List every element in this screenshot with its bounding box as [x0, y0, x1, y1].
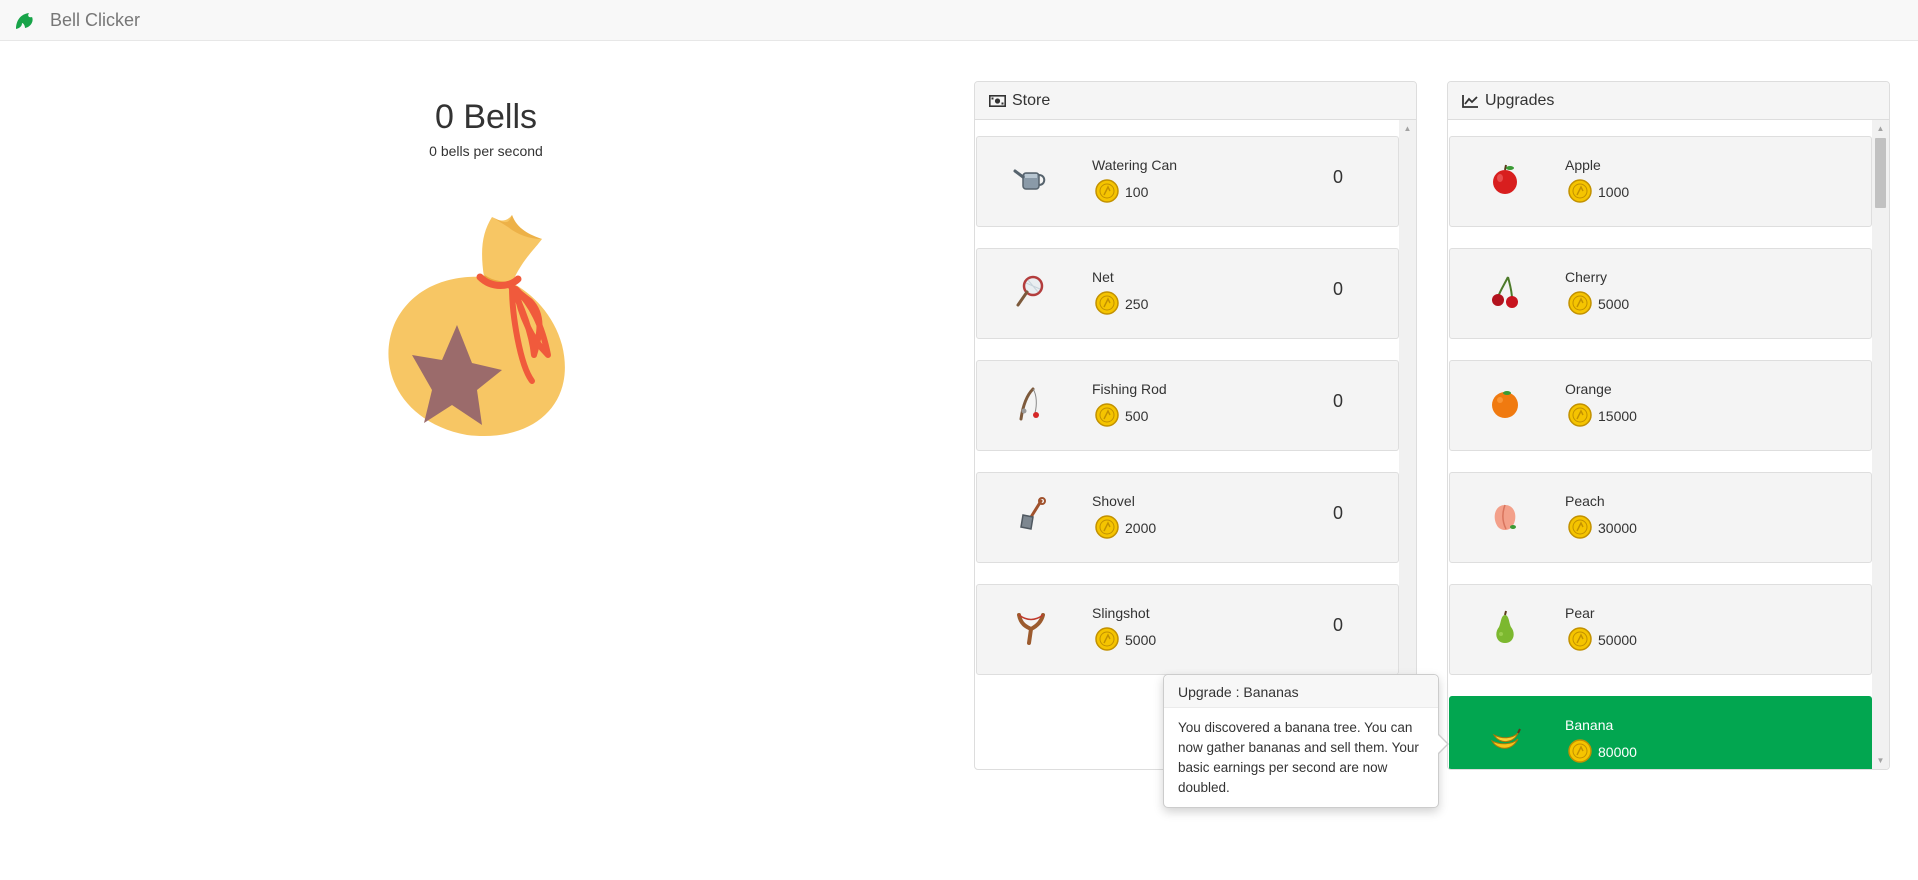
- upgrades-list[interactable]: Apple 1000 Cherry 5000 Orange 15000 Peac…: [1448, 120, 1889, 769]
- pear-icon: [1496, 610, 1514, 643]
- item-name: Orange: [1565, 381, 1612, 397]
- coin-icon: [1568, 291, 1592, 315]
- item-price: 2000: [1125, 520, 1157, 536]
- store-list[interactable]: Watering Can 100 0 Net 250 0 Fishing Rod…: [975, 120, 1416, 769]
- store-item-watering-can[interactable]: Watering Can 100 0: [976, 136, 1399, 227]
- apple-icon: [1493, 164, 1517, 194]
- banana-icon: [1490, 728, 1521, 749]
- store-item-shovel[interactable]: Shovel 2000 0: [976, 472, 1399, 563]
- coin-icon: [1568, 403, 1592, 427]
- item-count: 0: [1333, 391, 1344, 411]
- item-name: Fishing Rod: [1092, 381, 1167, 397]
- upgrade-item-peach[interactable]: Peach 30000: [1449, 472, 1872, 563]
- item-name: Banana: [1565, 717, 1614, 733]
- item-price: 80000: [1598, 744, 1637, 760]
- coin-icon: [1095, 403, 1119, 427]
- line-chart-icon: [1462, 94, 1478, 108]
- upgrades-scrollbar[interactable]: ▲ ▼: [1872, 120, 1889, 769]
- coin-icon: [1095, 515, 1119, 539]
- coin-icon: [1568, 179, 1592, 203]
- item-price: 5000: [1598, 296, 1630, 312]
- item-price: 250: [1125, 296, 1149, 312]
- item-count: 0: [1333, 503, 1344, 523]
- upgrades-panel: Upgrades Apple 1000 Cherry 5000 Orange 1…: [1447, 81, 1890, 770]
- scroll-up-arrow-icon[interactable]: ▲: [1399, 120, 1416, 137]
- tooltip-title: Upgrade : Bananas: [1164, 675, 1438, 708]
- item-price: 500: [1125, 408, 1149, 424]
- tooltip-arrow: [1437, 733, 1449, 755]
- cherry-icon: [1492, 276, 1518, 308]
- tooltip-body: You discovered a banana tree. You can no…: [1178, 720, 1419, 795]
- item-count: 0: [1333, 167, 1344, 187]
- upgrades-heading: Upgrades: [1448, 82, 1889, 120]
- item-name: Watering Can: [1092, 157, 1178, 173]
- item-name: Pear: [1565, 605, 1595, 621]
- money-icon: [989, 94, 1006, 107]
- item-price: 30000: [1598, 520, 1637, 536]
- item-name: Shovel: [1092, 493, 1135, 509]
- store-item-fishing-rod[interactable]: Fishing Rod 500 0: [976, 360, 1399, 451]
- store-panel: Store Watering Can 100 0 Net 250 0 Fishi…: [974, 81, 1417, 770]
- scroll-up-arrow-icon[interactable]: ▲: [1872, 120, 1889, 137]
- peach-icon: [1494, 504, 1516, 530]
- fishing-rod-icon: [1019, 387, 1039, 421]
- shovel-icon: [1020, 497, 1046, 530]
- money-bag-icon[interactable]: [372, 205, 592, 445]
- navbar: Bell Clicker: [0, 0, 1918, 41]
- bells-per-second: 0 bells per second: [429, 143, 543, 159]
- item-price: 100: [1125, 184, 1149, 200]
- upgrade-item-banana[interactable]: Banana 80000: [1449, 696, 1872, 769]
- item-price: 5000: [1125, 632, 1157, 648]
- bell-count: 0 Bells: [434, 98, 538, 136]
- store-title: Store: [1012, 91, 1051, 109]
- leaf-icon[interactable]: [13, 9, 37, 33]
- coin-icon: [1095, 291, 1119, 315]
- item-price: 1000: [1598, 184, 1630, 200]
- item-price: 50000: [1598, 632, 1637, 648]
- item-name: Net: [1092, 269, 1114, 285]
- coin-icon: [1568, 515, 1592, 539]
- item-name: Peach: [1565, 493, 1605, 509]
- item-name: Cherry: [1565, 269, 1608, 285]
- store-item-slingshot[interactable]: Slingshot 5000 0: [976, 584, 1399, 675]
- store-item-net[interactable]: Net 250 0: [976, 248, 1399, 339]
- scroll-down-arrow-icon[interactable]: ▼: [1872, 752, 1889, 769]
- coin-icon: [1095, 627, 1119, 651]
- slingshot-icon: [1017, 613, 1045, 645]
- net-icon: [1016, 275, 1044, 307]
- item-name: Apple: [1565, 157, 1601, 173]
- upgrade-tooltip: Upgrade : Bananas You discovered a banan…: [1163, 674, 1449, 808]
- upgrade-item-pear[interactable]: Pear 50000: [1449, 584, 1872, 675]
- upgrade-item-cherry[interactable]: Cherry 5000: [1449, 248, 1872, 339]
- coin-icon: [1568, 627, 1592, 651]
- item-name: Slingshot: [1092, 605, 1150, 621]
- upgrades-title: Upgrades: [1485, 91, 1555, 109]
- app-title[interactable]: Bell Clicker: [50, 10, 140, 31]
- item-count: 0: [1333, 615, 1344, 635]
- scroll-thumb[interactable]: [1875, 138, 1886, 208]
- upgrade-item-apple[interactable]: Apple 1000: [1449, 136, 1872, 227]
- upgrade-item-orange[interactable]: Orange 15000: [1449, 360, 1872, 451]
- store-heading: Store: [975, 82, 1416, 120]
- orange-icon: [1492, 391, 1518, 418]
- coin-icon: [1095, 179, 1119, 203]
- item-price: 15000: [1598, 408, 1637, 424]
- store-scrollbar[interactable]: ▲: [1399, 120, 1416, 769]
- item-count: 0: [1333, 279, 1344, 299]
- watering-can-icon: [1013, 169, 1046, 190]
- coin-icon: [1568, 739, 1592, 763]
